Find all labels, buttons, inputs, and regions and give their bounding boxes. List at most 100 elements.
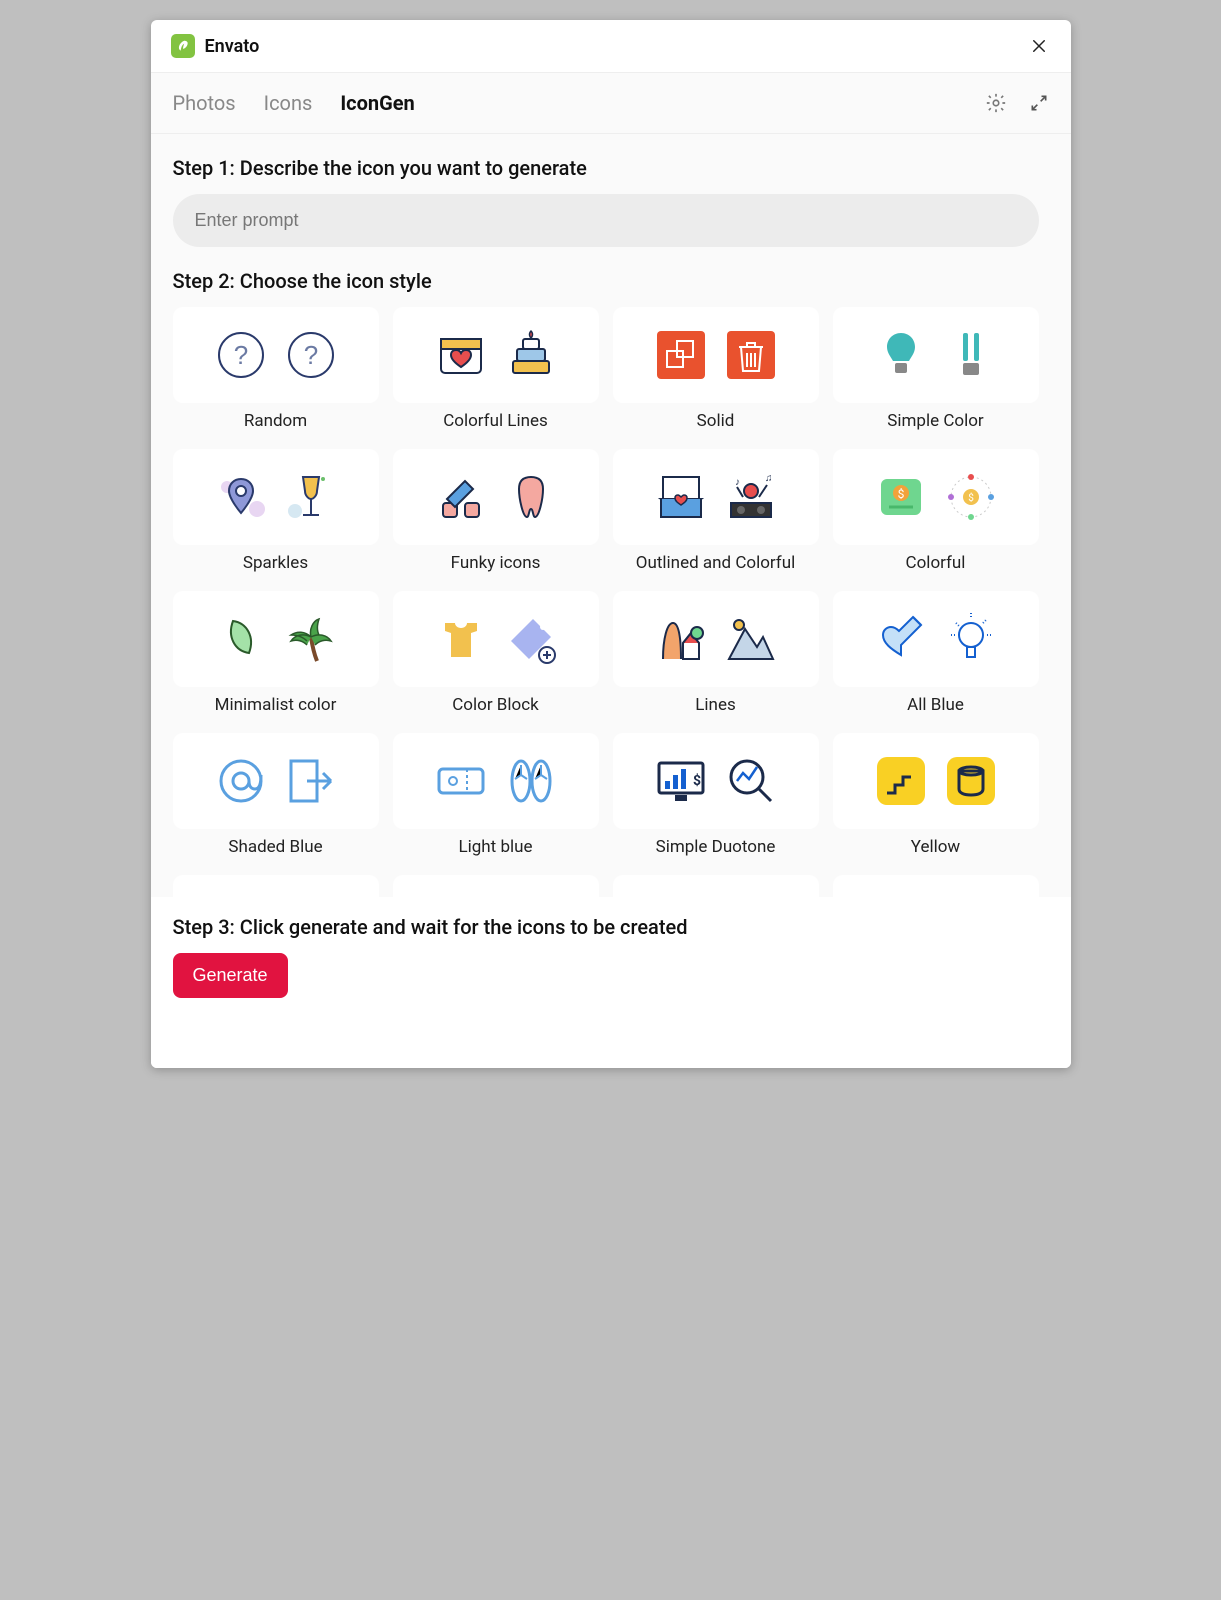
style-label: Colorful Lines <box>393 411 599 431</box>
footer: Step 3: Click generate and wait for the … <box>151 897 1071 1068</box>
close-icon <box>1030 37 1048 55</box>
generate-button[interactable]: Generate <box>173 953 288 998</box>
tooth-icon <box>503 469 559 525</box>
price-tag-icon <box>503 611 559 667</box>
style-label: Light blue <box>393 837 599 857</box>
exit-icon <box>283 753 339 809</box>
style-all-blue[interactable]: All Blue <box>833 591 1039 719</box>
style-label: Simple Color <box>833 411 1039 431</box>
cup-icon <box>943 753 999 809</box>
gift-icon <box>723 895 779 897</box>
question-icon: ? <box>213 327 269 383</box>
step2-label: Step 2: Choose the icon style <box>173 269 1061 293</box>
village-icon <box>653 611 709 667</box>
calendar-heart-icon <box>433 327 489 383</box>
analytics-icon: $ <box>653 753 709 809</box>
style-label: Minimalist color <box>173 695 379 715</box>
titlebar: Envato <box>151 20 1071 73</box>
svg-text:♫: ♫ <box>765 473 773 484</box>
header-actions <box>985 92 1049 114</box>
style-solid[interactable]: Solid <box>613 307 819 435</box>
flipflops-icon <box>503 753 559 809</box>
style-colorful[interactable]: $ $ Colorful <box>833 449 1039 577</box>
step1-label: Step 1: Describe the icon you want to ge… <box>173 156 1061 180</box>
style-label: Color Block <box>393 695 599 715</box>
style-extra-1[interactable] <box>173 875 379 897</box>
leaf-icon <box>213 611 269 667</box>
style-colorful-lines[interactable]: Colorful Lines <box>393 307 599 435</box>
abstract-icon <box>213 895 269 897</box>
boxes-icon <box>653 327 709 383</box>
style-yellow[interactable]: Yellow <box>833 733 1039 861</box>
ticket-icon <box>433 753 489 809</box>
lightbulb-icon <box>943 611 999 667</box>
settings-button[interactable] <box>985 92 1007 114</box>
svg-text:$: $ <box>968 491 974 504</box>
question-icon: ? <box>283 327 339 383</box>
network-icon: $ <box>943 469 999 525</box>
close-button[interactable] <box>1027 34 1051 58</box>
style-lines[interactable]: Lines <box>613 591 819 719</box>
style-color-block[interactable]: Color Block <box>393 591 599 719</box>
love-letter-icon <box>653 469 709 525</box>
tabs: Photos Icons IconGen <box>173 91 415 115</box>
tab-photos[interactable]: Photos <box>173 91 236 115</box>
style-label: Lines <box>613 695 819 715</box>
brand-logo-icon <box>171 34 195 58</box>
subheader: Photos Icons IconGen <box>151 73 1071 134</box>
gear-icon <box>985 92 1007 114</box>
style-label: Yellow <box>833 837 1039 857</box>
tab-icons[interactable]: Icons <box>264 91 313 115</box>
search-chart-icon <box>723 753 779 809</box>
money-card-icon: $ <box>873 469 929 525</box>
style-extra-3[interactable] <box>613 875 819 897</box>
abstract-icon <box>283 895 339 897</box>
bread-icon <box>943 895 999 897</box>
style-sparkles[interactable]: Sparkles <box>173 449 379 577</box>
style-label: Simple Duotone <box>613 837 819 857</box>
pin-icon <box>213 469 269 525</box>
stairs-icon <box>873 753 929 809</box>
at-sign-icon <box>213 753 269 809</box>
trash-icon <box>723 327 779 383</box>
wine-glass-icon <box>283 469 339 525</box>
bag-icon <box>873 895 929 897</box>
style-light-blue[interactable]: Light blue <box>393 733 599 861</box>
style-simple-color[interactable]: Simple Color <box>833 307 1039 435</box>
collapse-icon <box>1029 93 1049 113</box>
style-label: Outlined and Colorful <box>613 553 819 573</box>
app-window: Envato Photos Icons IconGen Step 1: Desc… <box>151 20 1071 1068</box>
style-simple-duotone[interactable]: $ Simple Duotone <box>613 733 819 861</box>
bulb-icon <box>873 327 929 383</box>
tab-icongen[interactable]: IconGen <box>340 91 414 115</box>
step3-label: Step 3: Click generate and wait for the … <box>173 915 1049 939</box>
pencil-heart-icon <box>873 611 929 667</box>
dentist-icon <box>433 469 489 525</box>
circle-icon <box>433 895 489 897</box>
style-extra-4[interactable] <box>833 875 1039 897</box>
style-funky-icons[interactable]: Funky icons <box>393 449 599 577</box>
style-random[interactable]: ? ? Random <box>173 307 379 435</box>
style-label: Sparkles <box>173 553 379 573</box>
style-shaded-blue[interactable]: Shaded Blue <box>173 733 379 861</box>
brand: Envato <box>171 34 260 58</box>
mountain-icon <box>723 611 779 667</box>
svg-text:♪: ♪ <box>735 477 740 488</box>
prompt-input[interactable] <box>173 194 1039 247</box>
style-label: Funky icons <box>393 553 599 573</box>
cake-icon <box>503 327 559 383</box>
style-extra-2[interactable] <box>393 875 599 897</box>
svg-text:?: ? <box>233 340 247 370</box>
cfl-bulb-icon <box>943 327 999 383</box>
style-minimalist-color[interactable]: Minimalist color <box>173 591 379 719</box>
style-label: Shaded Blue <box>173 837 379 857</box>
style-scroll-wrap: ? ? Random Colorful Lines <box>173 307 1061 897</box>
collapse-button[interactable] <box>1029 93 1049 113</box>
style-label: Random <box>173 411 379 431</box>
style-scroll[interactable]: ? ? Random Colorful Lines <box>173 307 1061 897</box>
palm-tree-icon <box>283 611 339 667</box>
style-label: Solid <box>613 411 819 431</box>
arrow-up-icon <box>653 895 709 897</box>
style-outlined-colorful[interactable]: ♪ ♫ Outlined and Colorful <box>613 449 819 577</box>
body: Step 1: Describe the icon you want to ge… <box>151 134 1071 897</box>
